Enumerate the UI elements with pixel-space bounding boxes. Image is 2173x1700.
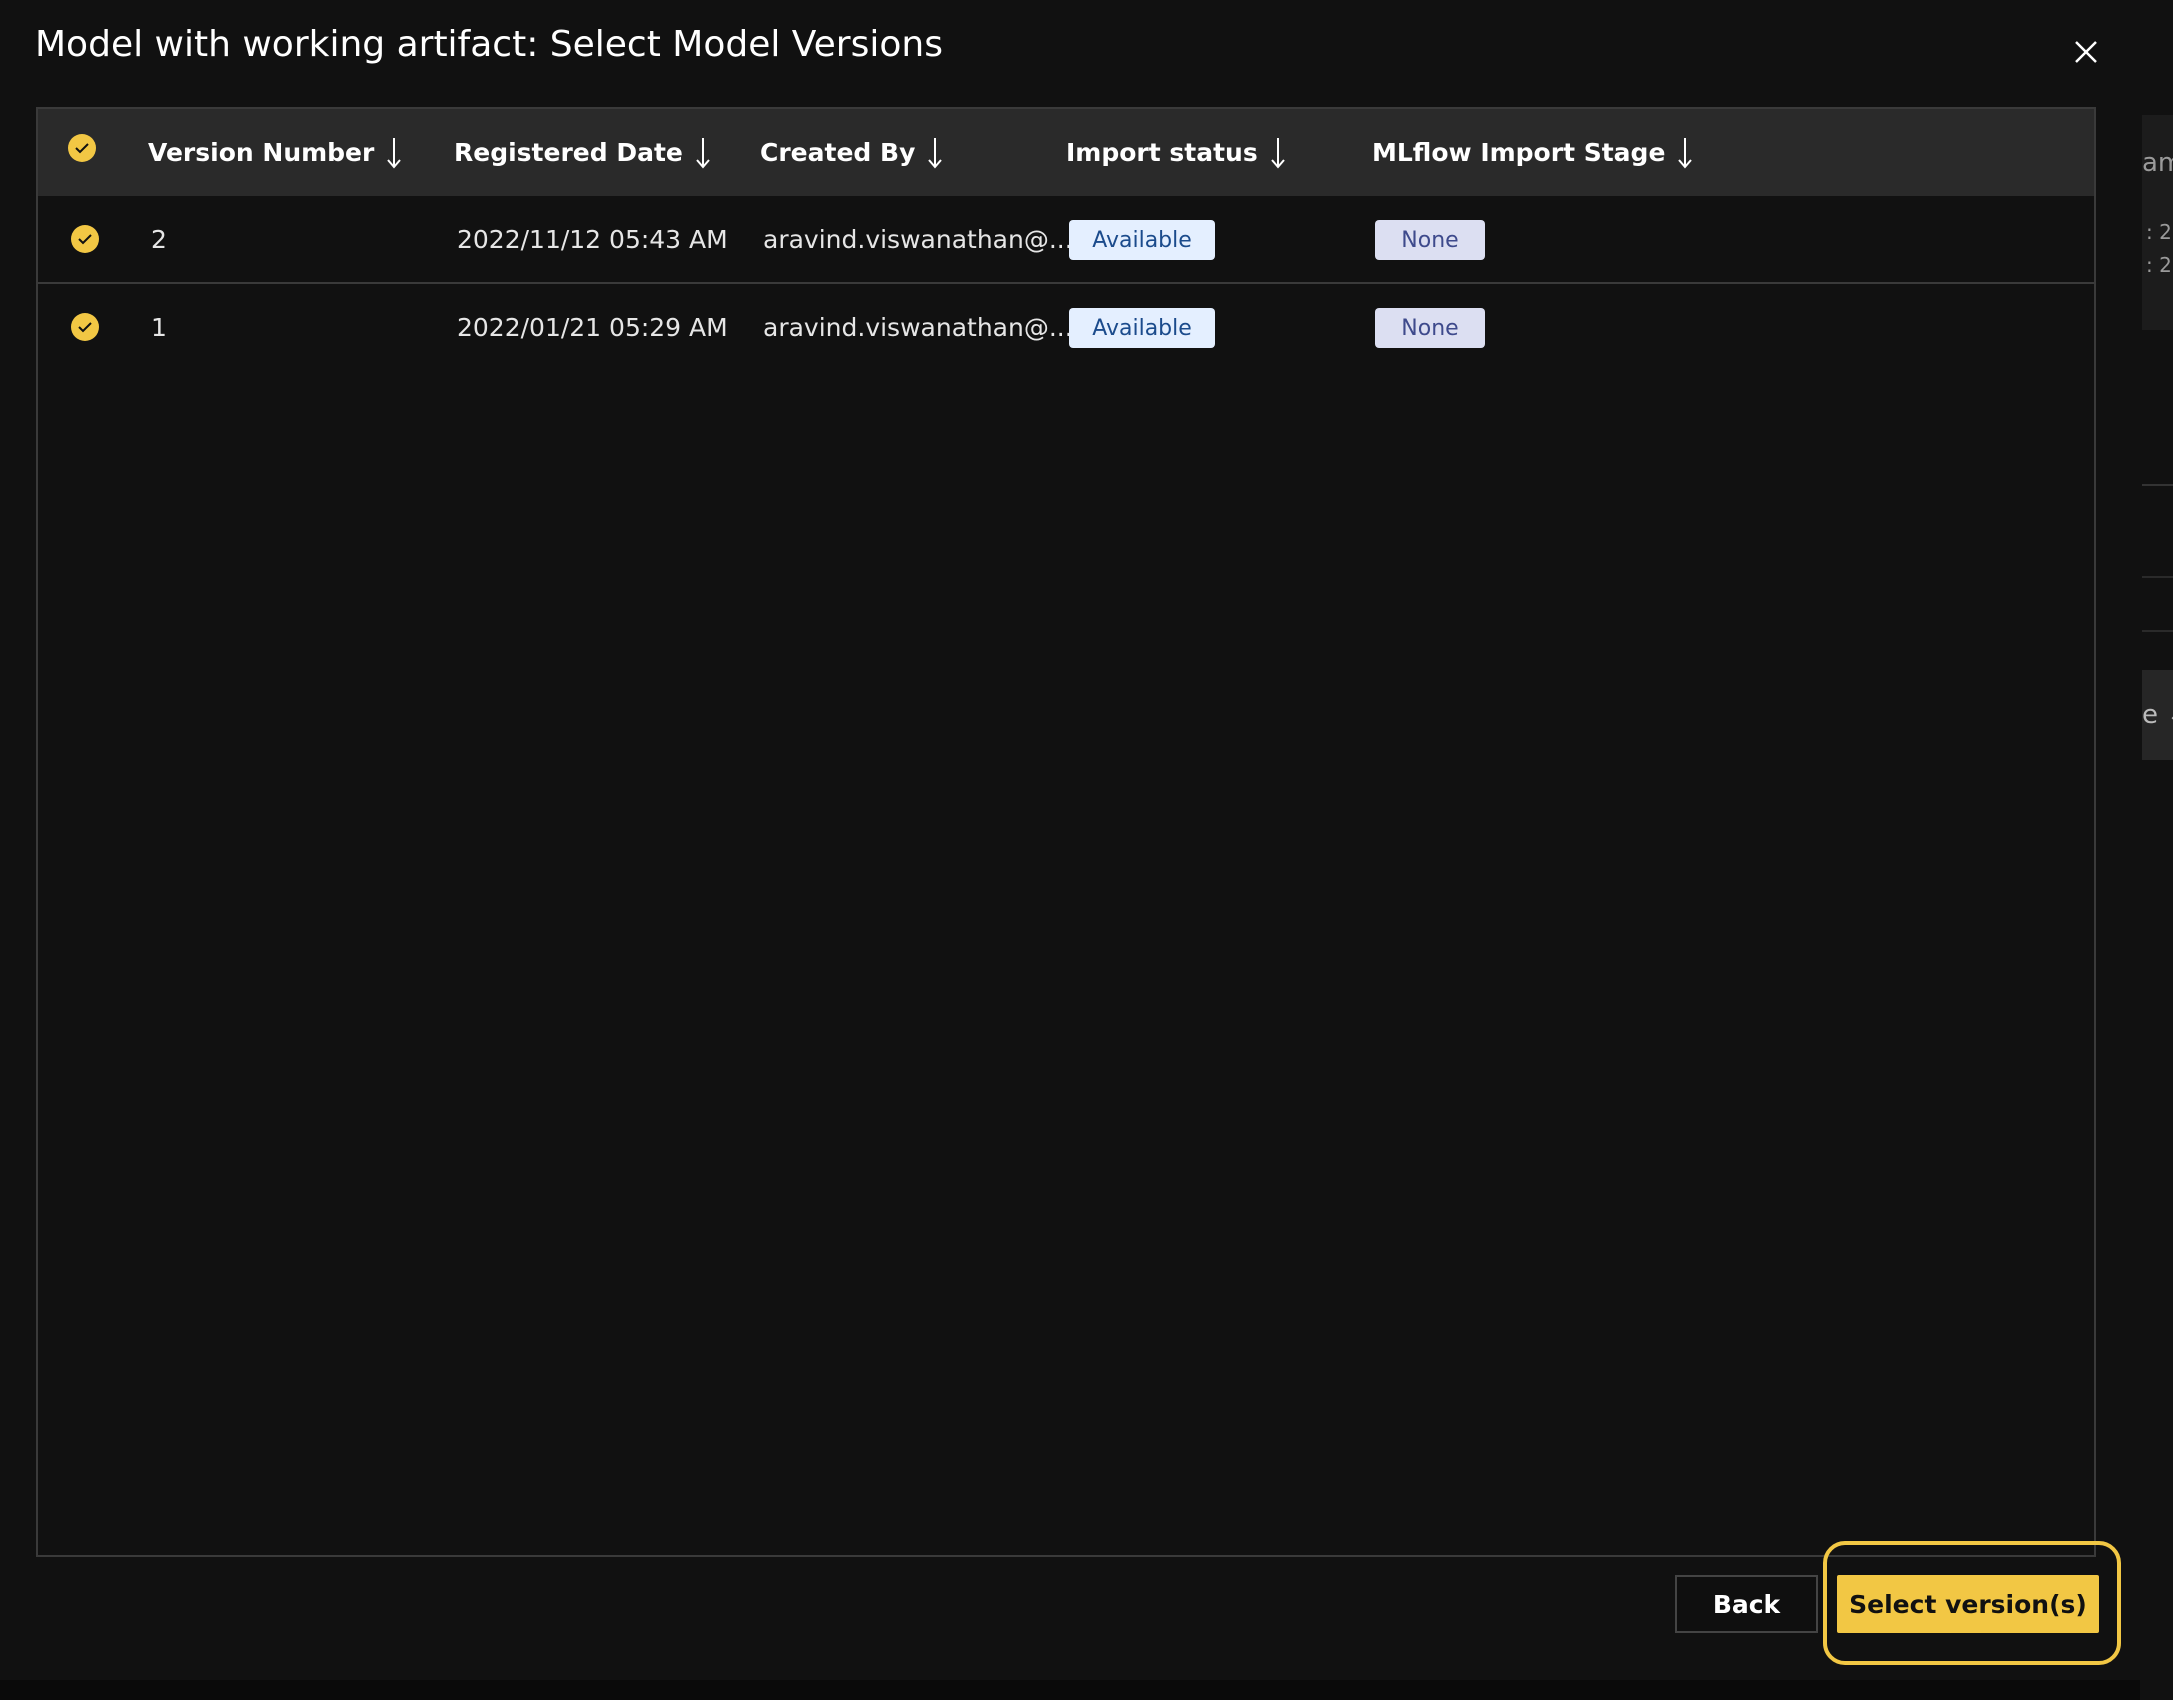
import-stage-badge: None [1375, 220, 1485, 260]
select-all-checkbox[interactable] [68, 134, 96, 162]
table-header: Version Number Registered Date Created B… [38, 109, 2094, 196]
close-button[interactable] [2070, 36, 2102, 68]
sort-down-icon [696, 137, 710, 169]
background-divider [2142, 484, 2173, 486]
column-header-label: Version Number [148, 138, 375, 167]
sort-down-icon [387, 137, 402, 169]
column-header-version-number[interactable]: Version Number [148, 109, 402, 196]
version-number-cell: 2 [151, 224, 167, 254]
row-checkbox[interactable] [71, 313, 99, 341]
background-panel: am : 20 : 20 [2140, 115, 2173, 330]
table-row[interactable]: 1 2022/01/21 05:29 AM aravind.viswanatha… [38, 284, 2094, 370]
column-header-label: Import status [1066, 138, 1258, 167]
registered-date-cell: 2022/01/21 05:29 AM [457, 312, 728, 342]
sort-down-icon [1678, 137, 1693, 169]
created-by-cell: aravind.viswanathan@... [763, 224, 1073, 254]
sort-down-icon [928, 137, 943, 169]
import-status-badge: Available [1069, 308, 1215, 348]
background-text: : 20 [2146, 220, 2173, 244]
registered-date-cell: 2022/11/12 05:43 AM [457, 224, 728, 254]
background-text: am [2142, 148, 2173, 178]
select-versions-dialog: Model with working artifact: Select Mode… [0, 0, 2142, 1680]
checkmark-icon [78, 322, 92, 333]
background-divider [2142, 576, 2173, 578]
column-header-label: MLflow Import Stage [1372, 138, 1666, 167]
created-by-cell: aravind.viswanathan@... [763, 312, 1073, 342]
table-row[interactable]: 2 2022/11/12 05:43 AM aravind.viswanatha… [38, 196, 2094, 284]
background-header-text: e ↓ [2142, 700, 2173, 730]
versions-table: Version Number Registered Date Created B… [36, 107, 2096, 1557]
background-text: : 20 [2146, 253, 2173, 277]
checkmark-icon [75, 143, 89, 154]
column-header-mlflow-import-stage[interactable]: MLflow Import Stage [1372, 109, 1693, 196]
select-versions-button[interactable]: Select version(s) [1837, 1575, 2099, 1633]
column-header-registered-date[interactable]: Registered Date [454, 109, 711, 196]
column-header-import-status[interactable]: Import status [1066, 109, 1286, 196]
column-header-label: Created By [760, 138, 916, 167]
background-table-header: e ↓ [2142, 670, 2173, 760]
close-icon [2075, 41, 2097, 63]
column-header-created-by[interactable]: Created By [760, 109, 943, 196]
column-header-label: Registered Date [454, 138, 683, 167]
row-checkbox[interactable] [71, 225, 99, 253]
version-number-cell: 1 [151, 312, 167, 342]
sort-down-icon [1270, 137, 1285, 169]
back-button[interactable]: Back [1675, 1575, 1818, 1633]
import-status-badge: Available [1069, 220, 1215, 260]
dialog-title: Model with working artifact: Select Mode… [35, 24, 943, 65]
checkmark-icon [78, 234, 92, 245]
import-stage-badge: None [1375, 308, 1485, 348]
background-divider [2142, 630, 2173, 632]
